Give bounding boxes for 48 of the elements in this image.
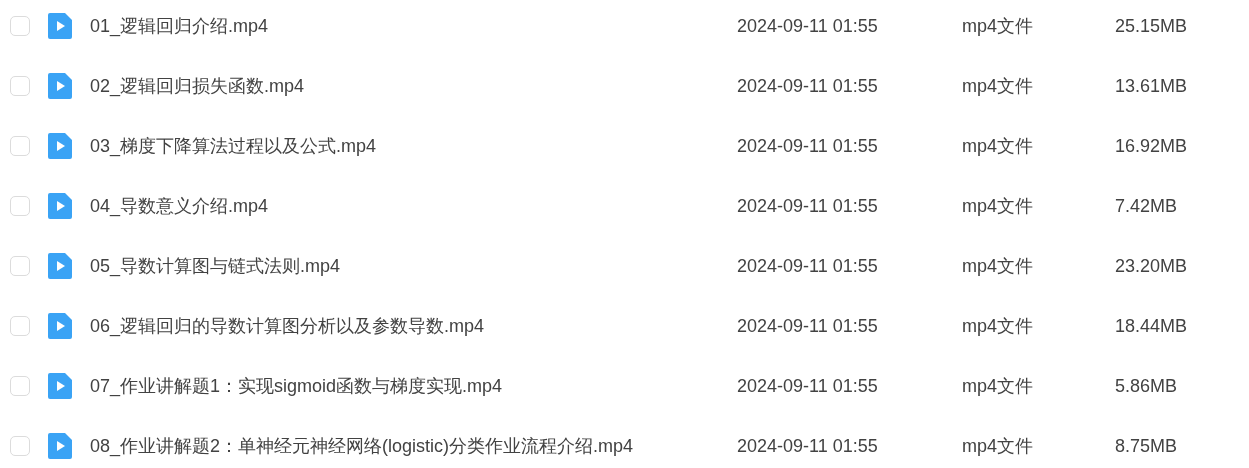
file-name: 04_导数意义介绍.mp4 [90,194,270,219]
file-type: mp4文件 [962,74,1034,98]
checkbox[interactable] [10,136,30,156]
file-name: 07_作业讲解题1：实现sigmoid函数与梯度实现.mp4 [90,374,504,399]
file-size: 5.86MB [1115,374,1178,398]
video-file-icon [48,373,72,399]
file-name: 06_逻辑回归的导数计算图分析以及参数导数.mp4 [90,314,486,339]
modified-date: 2024-09-11 01:55 [737,134,879,158]
file-size: 13.61MB [1115,74,1188,98]
modified-date: 2024-09-11 01:55 [737,74,879,98]
file-size: 16.92MB [1115,134,1188,158]
modified-date: 2024-09-11 01:55 [737,374,879,398]
modified-date: 2024-09-11 01:55 [737,194,879,218]
video-file-icon [48,73,72,99]
file-size: 25.15MB [1115,14,1188,38]
checkbox[interactable] [10,316,30,336]
file-type: mp4文件 [962,134,1034,158]
file-name: 02_逻辑回归损失函数.mp4 [90,74,306,99]
file-type: mp4文件 [962,434,1034,458]
file-name: 08_作业讲解题2：单神经元神经网络(logistic)分类作业流程介绍.mp4 [90,434,635,459]
file-type: mp4文件 [962,374,1034,398]
checkbox[interactable] [10,76,30,96]
video-file-icon [48,253,72,279]
file-size: 7.42MB [1115,194,1178,218]
checkbox[interactable] [10,256,30,276]
modified-date: 2024-09-11 01:55 [737,14,879,38]
file-type: mp4文件 [962,254,1034,278]
checkbox[interactable] [10,436,30,456]
checkbox[interactable] [10,196,30,216]
file-type: mp4文件 [962,14,1034,38]
video-file-icon [48,433,72,459]
file-size: 23.20MB [1115,254,1188,278]
video-file-icon [48,133,72,159]
modified-date: 2024-09-11 01:55 [737,434,879,458]
file-name: 01_逻辑回归介绍.mp4 [90,14,270,39]
video-file-icon [48,13,72,39]
modified-date: 2024-09-11 01:55 [737,314,879,338]
checkbox[interactable] [10,16,30,36]
checkbox[interactable] [10,376,30,396]
file-type: mp4文件 [962,314,1034,338]
file-size: 8.75MB [1115,434,1178,458]
file-name: 05_导数计算图与链式法则.mp4 [90,254,342,279]
video-file-icon [48,313,72,339]
file-size: 18.44MB [1115,314,1188,338]
video-file-icon [48,193,72,219]
modified-date: 2024-09-11 01:55 [737,254,879,278]
file-name: 03_梯度下降算法过程以及公式.mp4 [90,134,378,159]
file-type: mp4文件 [962,194,1034,218]
